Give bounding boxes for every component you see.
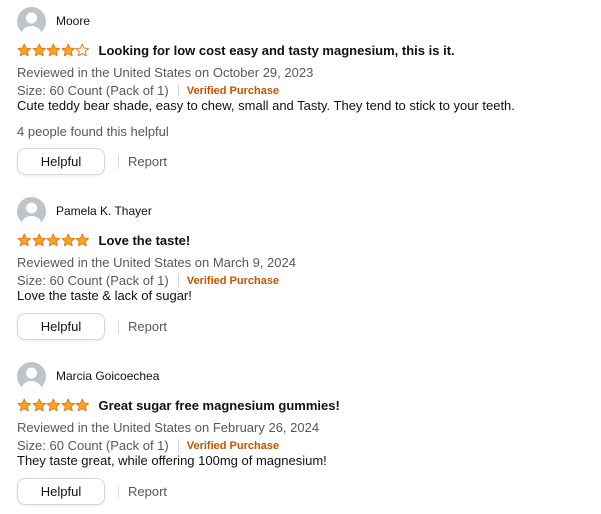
review-format: Size: 60 Count (Pack of 1) Verified Purc…	[17, 273, 279, 288]
reviewer-name[interactable]: Marcia Goicoechea	[56, 369, 159, 383]
reviewer-profile[interactable]: Moore	[17, 6, 90, 36]
divider	[118, 319, 119, 334]
review-card: Marcia Goicoechea Great sugar free magne…	[0, 361, 601, 511]
size-option[interactable]: Size: 60 Count (Pack of 1)	[17, 83, 169, 98]
star-rating	[17, 233, 90, 247]
review-body: Cute teddy bear shade, easy to chew, sma…	[17, 98, 515, 113]
review-date: Reviewed in the United States on October…	[17, 65, 314, 80]
review-title-row[interactable]: Looking for low cost easy and tasty magn…	[17, 40, 455, 60]
review-card: Moore Looking for low cost easy and tast…	[0, 6, 601, 181]
reviewer-profile[interactable]: Marcia Goicoechea	[17, 361, 159, 391]
review-title-row[interactable]: Great sugar free magnesium gummies!	[17, 395, 340, 415]
review-card: Pamela K. Thayer Love the taste! Reviewe…	[0, 196, 601, 346]
star-rating	[17, 43, 90, 57]
reviewer-name[interactable]: Moore	[56, 14, 90, 28]
size-option[interactable]: Size: 60 Count (Pack of 1)	[17, 273, 169, 288]
user-silhouette-icon	[17, 361, 46, 391]
report-link[interactable]: Report	[128, 319, 167, 334]
star-icon	[60, 398, 75, 412]
review-list: Moore Looking for low cost easy and tast…	[0, 0, 601, 514]
star-icon	[31, 233, 46, 247]
verified-purchase-badge: Verified Purchase	[186, 439, 280, 452]
divider	[118, 154, 119, 169]
reviewer-name[interactable]: Pamela K. Thayer	[56, 204, 152, 218]
divider	[177, 274, 179, 287]
review-title[interactable]: Love the taste!	[99, 233, 191, 248]
divider	[118, 484, 119, 499]
star-icon	[17, 233, 32, 247]
divider	[177, 439, 179, 452]
review-title[interactable]: Great sugar free magnesium gummies!	[99, 398, 340, 413]
review-actions: Helpful Report	[17, 478, 167, 505]
user-silhouette-icon	[17, 6, 46, 36]
star-icon	[60, 233, 75, 247]
star-icon	[17, 43, 32, 57]
review-body: Love the taste & lack of sugar!	[17, 288, 192, 303]
star-icon	[75, 398, 90, 412]
review-actions: Helpful Report	[17, 313, 167, 340]
review-format: Size: 60 Count (Pack of 1) Verified Purc…	[17, 438, 279, 453]
size-option[interactable]: Size: 60 Count (Pack of 1)	[17, 438, 169, 453]
review-actions: Helpful Report	[17, 148, 167, 175]
star-icon	[75, 233, 90, 247]
helpful-count: 4 people found this helpful	[17, 124, 169, 139]
review-title[interactable]: Looking for low cost easy and tasty magn…	[99, 43, 455, 58]
star-icon	[31, 43, 46, 57]
review-body: They taste great, while offering 100mg o…	[17, 453, 327, 468]
star-icon	[75, 43, 90, 57]
report-link[interactable]: Report	[128, 154, 167, 169]
helpful-button[interactable]: Helpful	[17, 478, 105, 505]
helpful-button[interactable]: Helpful	[17, 313, 105, 340]
verified-purchase-badge: Verified Purchase	[186, 84, 280, 97]
helpful-button[interactable]: Helpful	[17, 148, 105, 175]
review-date: Reviewed in the United States on March 9…	[17, 255, 296, 270]
star-rating	[17, 398, 90, 412]
divider	[177, 84, 179, 97]
user-silhouette-icon	[17, 196, 46, 226]
star-icon	[46, 43, 61, 57]
review-date: Reviewed in the United States on Februar…	[17, 420, 320, 435]
star-icon	[17, 398, 32, 412]
star-icon	[46, 233, 61, 247]
reviewer-profile[interactable]: Pamela K. Thayer	[17, 196, 152, 226]
star-icon	[60, 43, 75, 57]
star-icon	[46, 398, 61, 412]
review-format: Size: 60 Count (Pack of 1) Verified Purc…	[17, 83, 279, 98]
verified-purchase-badge: Verified Purchase	[186, 274, 280, 287]
star-icon	[31, 398, 46, 412]
review-title-row[interactable]: Love the taste!	[17, 230, 190, 250]
report-link[interactable]: Report	[128, 484, 167, 499]
